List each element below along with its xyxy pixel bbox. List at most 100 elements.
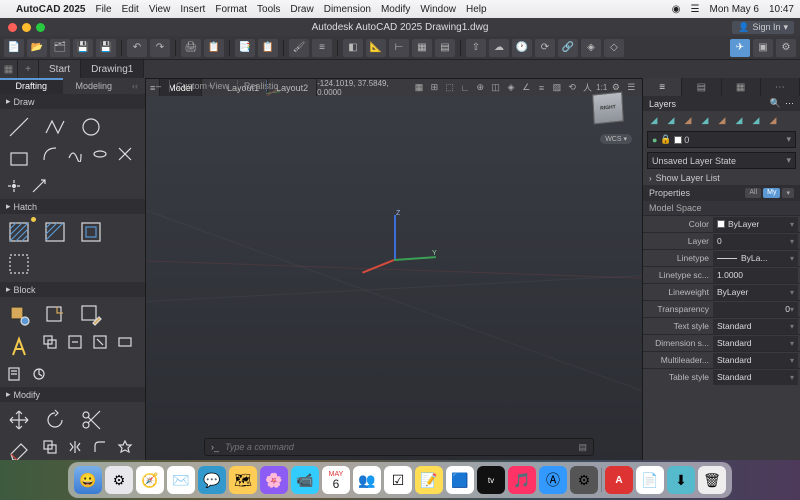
layerfilter-8-icon[interactable]: ◢ [766, 114, 780, 126]
tool-mirror-icon[interactable] [63, 437, 86, 457]
tool-point-icon[interactable] [2, 176, 25, 196]
dock-tv-icon[interactable]: tv [477, 466, 505, 494]
qat-dim-icon[interactable]: ⊢ [389, 39, 409, 57]
dock-downloads-icon[interactable]: ⬇ [667, 466, 695, 494]
dock-mail-icon[interactable]: ✉️ [167, 466, 195, 494]
tool-construction-icon[interactable] [113, 144, 136, 164]
status-snap-icon[interactable]: ⬚ [443, 81, 456, 95]
qat-save-icon[interactable]: 💾 [73, 39, 93, 57]
menu-window[interactable]: Window [420, 4, 456, 15]
props-tab-more-icon[interactable]: ▾ [782, 188, 794, 198]
menu-tools[interactable]: Tools [257, 4, 280, 15]
dock-safari-icon[interactable]: 🧭 [136, 466, 164, 494]
tool-insert-block-icon[interactable] [2, 300, 36, 330]
prop-value[interactable]: Standard▾ [713, 319, 798, 334]
status-model-icon[interactable]: ▦ [412, 81, 425, 95]
props-tab-all[interactable]: All [745, 188, 761, 198]
tool-blockref6-icon[interactable] [27, 364, 50, 384]
viewcube[interactable]: RIGHT [588, 88, 628, 128]
menu-view[interactable]: View [149, 4, 171, 15]
qat-layermgr-icon[interactable]: ≡ [312, 39, 332, 57]
prop-row-multileader[interactable]: Multileader...Standard▾ [643, 351, 800, 368]
section-modify-header[interactable]: ▸ Modify [0, 387, 145, 402]
qat-tool3-icon[interactable]: ▣ [753, 39, 773, 57]
tool-rectangle-icon[interactable] [2, 144, 36, 174]
status-cycling-icon[interactable]: ⟲ [566, 81, 579, 95]
palette-tab-modeling[interactable]: Modeling [63, 78, 126, 94]
tool-arc-icon[interactable] [38, 144, 61, 164]
prop-row-tablestyle[interactable]: Table styleStandard▾ [643, 368, 800, 385]
filetab-add-button[interactable]: + [18, 60, 39, 78]
qat-copy-icon[interactable]: 📑 [235, 39, 255, 57]
layers-menu-icon[interactable]: ⋯ [785, 98, 794, 109]
status-osnap-icon[interactable]: ◫ [489, 81, 502, 95]
tool-copy-icon[interactable] [38, 437, 61, 457]
qat-tool1-icon[interactable]: ▦ [412, 39, 432, 57]
qat-matchprops-icon[interactable]: 🖌 [289, 39, 309, 57]
qat-measure-icon[interactable]: 📐 [366, 39, 386, 57]
command-recent-icon[interactable]: ▤ [578, 442, 587, 453]
palette-tab-more[interactable]: ‹‹ [125, 78, 145, 94]
tool-attribute-icon[interactable] [2, 332, 36, 362]
command-line[interactable]: ›_ ▤ [204, 438, 594, 456]
dock-music-icon[interactable]: 🎵 [508, 466, 536, 494]
vp-view-menu[interactable]: Custom View [169, 80, 235, 92]
props-tab-my[interactable]: My [763, 188, 780, 198]
qat-open-icon[interactable]: 📂 [27, 39, 47, 57]
dock-trash-icon[interactable]: 🗑 [698, 466, 726, 494]
prop-row-color[interactable]: ColorByLayer▾ [643, 215, 800, 232]
dock-settings-icon[interactable]: ⚙ [570, 466, 598, 494]
prop-value[interactable]: ByLa...▾ [713, 251, 798, 266]
tool-blockref5-icon[interactable] [2, 364, 25, 384]
minimize-window-button[interactable] [22, 23, 31, 32]
tool-polyline-icon[interactable] [38, 112, 72, 142]
dock-maps-icon[interactable]: 🗺 [229, 466, 257, 494]
tool-edit-block-icon[interactable] [74, 300, 108, 330]
tool-fillet-icon[interactable] [88, 437, 111, 457]
dock-calendar-icon[interactable]: MAY6 [322, 466, 350, 494]
tool-gradient-icon[interactable] [38, 217, 72, 247]
tool-spline-icon[interactable] [63, 144, 86, 164]
palette-tab-drafting[interactable]: Drafting [0, 78, 63, 94]
filetab-grid-icon[interactable]: ▦ [0, 60, 18, 78]
status-ortho-icon[interactable]: ∟ [458, 81, 471, 95]
tool-erase-icon[interactable] [2, 437, 36, 460]
tool-move-icon[interactable] [2, 405, 36, 435]
dock-facetime-icon[interactable]: 📹 [291, 466, 319, 494]
qat-new-icon[interactable]: 📄 [4, 39, 24, 57]
prop-row-linetypesc[interactable]: Linetype sc...1.0000 [643, 266, 800, 283]
qat-saveas-icon[interactable]: 💾 [96, 39, 116, 57]
menubar-control-icon[interactable]: ☰ [691, 4, 700, 15]
menu-file[interactable]: File [95, 4, 111, 15]
prop-row-transparency[interactable]: Transparency0▾ [643, 300, 800, 317]
layerfilter-5-icon[interactable]: ◢ [715, 114, 729, 126]
qat-pagesetup-icon[interactable]: 📋 [204, 39, 224, 57]
layerfilter-7-icon[interactable]: ◢ [749, 114, 763, 126]
prop-value[interactable]: 0▾ [713, 234, 798, 249]
qat-openfolder-icon[interactable]: 🗂 [50, 39, 70, 57]
qat-tool2-icon[interactable]: ▤ [435, 39, 455, 57]
qat-cloud-icon[interactable]: ☁ [489, 39, 509, 57]
section-draw-header[interactable]: ▸ Draw [0, 94, 145, 109]
prop-row-layer[interactable]: Layer0▾ [643, 232, 800, 249]
dock-app1-icon[interactable]: ⚙ [105, 466, 133, 494]
status-otrack-icon[interactable]: ∠ [520, 81, 533, 95]
layer-state-select[interactable]: Unsaved Layer State▾ [647, 152, 796, 169]
prop-row-dimensions[interactable]: Dimension s...Standard▾ [643, 334, 800, 351]
show-layer-list-button[interactable]: ›Show Layer List [643, 171, 800, 185]
qat-send-icon[interactable]: ✈ [730, 39, 750, 57]
qat-print-icon[interactable]: 🖨 [181, 39, 201, 57]
menubar-clock-day[interactable]: Mon May 6 [710, 4, 759, 15]
qat-time-icon[interactable]: 🕐 [512, 39, 532, 57]
menu-format[interactable]: Format [215, 4, 247, 15]
vp-menu-dash[interactable]: – [150, 80, 167, 92]
dock-finder-icon[interactable]: 😀 [74, 466, 102, 494]
tool-explode-icon[interactable] [113, 437, 136, 457]
dock-contacts-icon[interactable]: 👥 [353, 466, 381, 494]
layerfilter-3-icon[interactable]: ◢ [681, 114, 695, 126]
status-grid-icon[interactable]: ⊞ [428, 81, 441, 95]
qat-block-icon[interactable]: ◧ [343, 39, 363, 57]
dock-photos-icon[interactable]: 🌸 [260, 466, 288, 494]
dock-textedit-icon[interactable]: 📄 [636, 466, 664, 494]
layerfilter-4-icon[interactable]: ◢ [698, 114, 712, 126]
